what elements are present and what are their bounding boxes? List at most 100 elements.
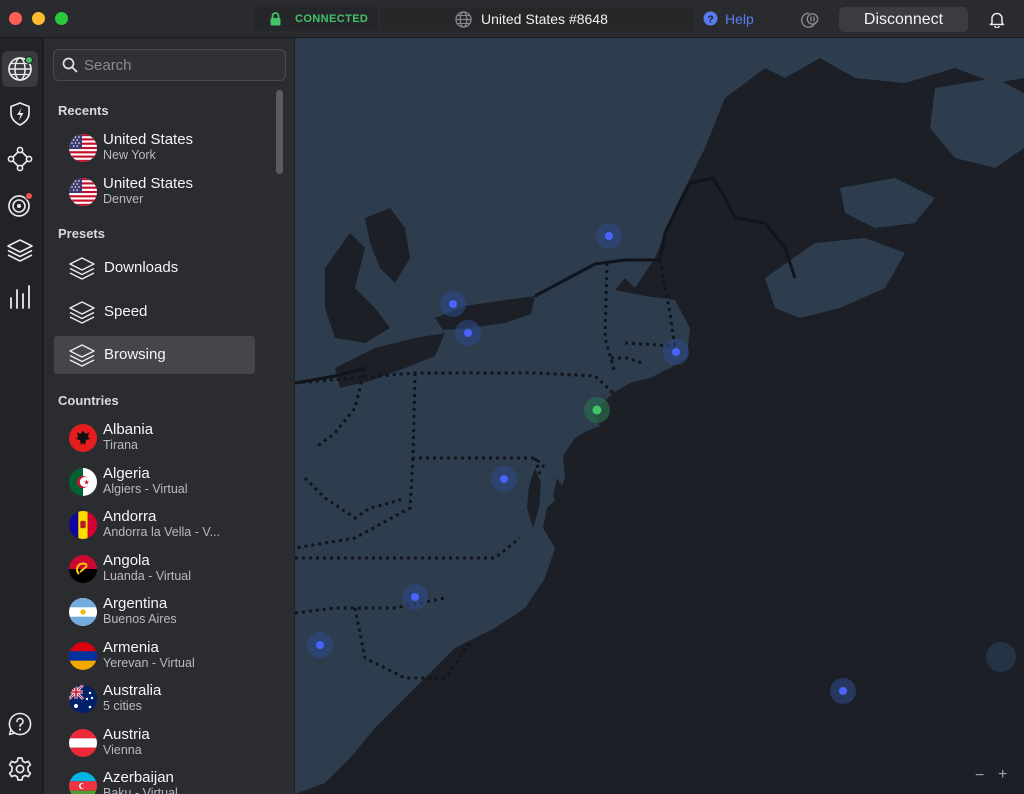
server-pin[interactable] [411,593,419,601]
presets-heading: Presets [58,226,105,241]
lock-icon [270,12,281,26]
countries-heading: Countries [58,393,119,408]
recents-heading: Recents [58,103,109,118]
layers-icon [69,301,95,324]
country-city: Baku - Virtual [103,786,178,794]
nav-threat-protection[interactable] [2,96,38,132]
country-city: Tirana [103,438,138,452]
country-item-andorra[interactable]: Andorra Andorra la Vella - V... [54,505,254,545]
minimize-window-button[interactable] [32,12,45,25]
albania-flag-icon [69,424,97,452]
zoom-in-button[interactable]: + [998,766,1007,784]
country-item-australia[interactable]: Australia 5 cities [54,679,254,719]
recent-country: United States [103,175,194,192]
settings-icon [8,757,32,781]
current-server[interactable]: United States #8648 [380,7,694,31]
country-item-azerbaijan[interactable]: Azerbaijan Baku - Virtual [54,766,254,794]
disconnect-button[interactable]: Disconnect [839,7,968,32]
country-name: Armenia [103,639,159,656]
preset-label: Browsing [104,346,166,363]
connected-badge [25,56,33,64]
shield-bolt-icon [10,102,30,126]
country-city: Yerevan - Virtual [103,656,195,670]
angola-flag-icon [69,555,97,583]
country-item-albania[interactable]: Albania Tirana [54,418,254,458]
connected-server-pin[interactable] [592,405,602,415]
help-label: Help [725,11,754,27]
preset-downloads[interactable]: Downloads [54,249,255,287]
country-city: Buenos Aires [103,612,177,626]
server-pin[interactable] [500,475,508,483]
close-window-button[interactable] [9,12,22,25]
layers-icon [69,344,95,367]
support-icon [8,712,32,736]
server-pin[interactable] [449,300,457,308]
nav-support[interactable] [2,706,38,742]
country-name: Andorra [103,508,157,525]
country-item-angola[interactable]: Angola Luanda - Virtual [54,549,254,589]
azerbaijan-flag-icon [69,772,97,794]
country-city: Luanda - Virtual [103,569,192,583]
nav-settings[interactable] [2,751,38,787]
armenia-flag-icon [69,642,97,670]
server-pin[interactable] [316,641,324,649]
server-pin[interactable] [839,687,847,695]
zoom-out-button[interactable]: − [975,767,984,785]
world-map[interactable]: − + [295,38,1024,794]
algeria-flag-icon [69,468,97,496]
recent-country: United States [103,131,194,148]
country-name: Algeria [103,465,150,482]
country-name: Austria [103,726,150,743]
recent-item-denver[interactable]: United States Denver [54,172,254,212]
server-pin[interactable] [464,329,472,337]
maximize-window-button[interactable] [55,12,68,25]
country-name: Angola [103,552,150,569]
austria-flag-icon [69,729,97,757]
search-box[interactable] [53,49,286,81]
server-pin[interactable] [605,232,613,240]
layers-icon [7,239,33,262]
nav-rail [0,38,43,794]
country-city: Andorra la Vella - V... [103,525,220,539]
globe-icon [455,11,472,28]
current-server-label: United States #8648 [481,11,608,27]
nav-specialty-servers[interactable] [2,232,38,268]
nav-dark-web-monitor[interactable] [2,187,38,223]
country-name: Azerbaijan [103,769,174,786]
nordvpn-window: CONNECTED United States #8648 ? Help Dis… [0,0,1024,794]
country-item-armenia[interactable]: Armenia Yerevan - Virtual [54,636,254,676]
country-city: Vienna [103,743,142,757]
preset-label: Speed [104,303,148,320]
recent-city: New York [103,148,156,162]
us-flag-icon [69,134,97,162]
pause-connection-icon[interactable] [800,11,820,28]
argentina-flag-icon [69,598,97,626]
country-city: Algiers - Virtual [103,482,188,496]
connection-status: CONNECTED [254,7,378,31]
preset-speed[interactable]: Speed [54,293,255,331]
nav-countries[interactable] [2,51,38,87]
nav-meshnet[interactable] [2,141,38,177]
preset-browsing[interactable]: Browsing [54,336,255,374]
stats-icon [10,285,30,309]
country-item-austria[interactable]: Austria Vienna [54,723,254,763]
layers-icon [69,257,95,280]
search-icon [62,57,78,73]
connection-status-label: CONNECTED [295,13,369,25]
australia-flag-icon [69,685,97,713]
alert-badge [25,192,33,200]
sidebar-scrollbar[interactable] [276,90,283,174]
notifications-bell-icon[interactable] [989,11,1005,28]
country-item-argentina[interactable]: Argentina Buenos Aires [54,592,254,632]
nav-statistics[interactable] [2,279,38,315]
recent-item-new-york[interactable]: United States New York [54,128,254,168]
country-name: Australia [103,682,162,699]
country-name: Albania [103,421,154,438]
server-pin[interactable] [672,348,680,356]
country-item-algeria[interactable]: Algeria Algiers - Virtual [54,462,254,502]
svg-text:?: ? [707,14,713,25]
search-input[interactable] [84,54,279,76]
help-icon: ? [703,11,718,26]
country-city: 5 cities [103,699,142,713]
andorra-flag-icon [69,511,97,539]
